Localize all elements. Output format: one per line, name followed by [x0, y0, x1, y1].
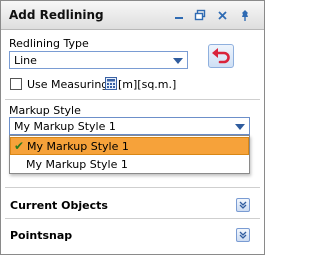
undo-button[interactable]: [208, 44, 234, 68]
use-measuring-checkbox[interactable]: [10, 78, 22, 90]
chevron-down-icon: [235, 124, 245, 130]
option-label: My Markup Style 1: [27, 140, 129, 153]
divider: [5, 218, 260, 219]
restore-icon[interactable]: [192, 7, 208, 23]
section-current-objects[interactable]: Current Objects: [1, 194, 264, 218]
chevron-down-icon: [173, 58, 183, 64]
check-icon: ✔: [14, 139, 25, 153]
minimize-icon[interactable]: [171, 7, 187, 23]
section-pointsnap[interactable]: Pointsnap: [1, 224, 264, 248]
measuring-units: [m][sq.m.]: [118, 78, 177, 91]
markup-style-value: My Markup Style 1: [14, 120, 116, 133]
redlining-type-value: Line: [14, 54, 37, 67]
dropdown-option[interactable]: My Markup Style 1: [10, 156, 249, 174]
pin-icon[interactable]: [237, 7, 253, 23]
expand-icon[interactable]: [236, 198, 250, 212]
close-icon[interactable]: [214, 7, 230, 23]
undo-icon: [212, 48, 230, 64]
divider: [5, 187, 260, 188]
panel-title: Add Redlining: [9, 8, 104, 22]
redlining-type-select[interactable]: Line: [9, 51, 188, 69]
section-title: Current Objects: [10, 199, 108, 212]
markup-style-label: Markup Style: [9, 104, 81, 117]
divider: [5, 99, 260, 100]
dropdown-option-selected[interactable]: ✔ My Markup Style 1: [10, 137, 249, 155]
expand-icon[interactable]: [236, 228, 250, 242]
use-measuring-label: Use Measuring: [27, 78, 109, 91]
option-label: My Markup Style 1: [26, 158, 128, 171]
title-bar: Add Redlining: [1, 1, 264, 30]
markup-style-select[interactable]: My Markup Style 1: [9, 117, 250, 135]
redlining-type-label: Redlining Type: [9, 37, 89, 50]
markup-style-dropdown: ✔ My Markup Style 1 My Markup Style 1: [9, 135, 250, 174]
calculator-icon: [105, 77, 117, 93]
add-redlining-panel: Add Redlining Redlining Type Line Use Me…: [0, 0, 265, 255]
section-title: Pointsnap: [10, 229, 73, 242]
